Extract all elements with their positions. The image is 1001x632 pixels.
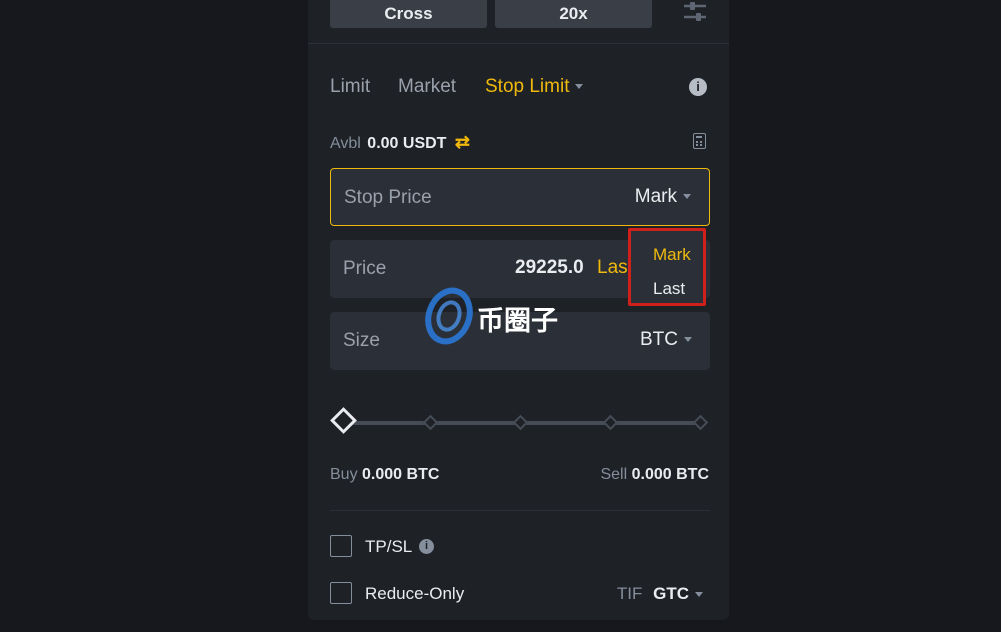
leverage-label: 20x: [559, 4, 588, 23]
transfer-icon[interactable]: ⇄: [455, 132, 470, 152]
available-value: 0.00 USDT: [367, 135, 447, 152]
tpsl-label: TP/SL: [365, 537, 413, 556]
tpsl-checkbox[interactable]: [330, 535, 352, 557]
info-icon[interactable]: i: [689, 78, 707, 96]
calculator-icon[interactable]: [693, 133, 706, 149]
price-label: Price: [343, 258, 387, 279]
tif-label: TIF: [616, 584, 643, 603]
available-balance: Avbl 0.00 USDT ⇄: [330, 132, 470, 153]
chevron-down-icon: [695, 592, 703, 598]
buy-label: Buy: [330, 466, 358, 483]
watermark-logo-icon: [425, 287, 473, 345]
bottom-divider: [330, 510, 710, 511]
available-label: Avbl: [330, 135, 361, 152]
watermark-text: 币圈子: [477, 306, 558, 337]
size-unit-select[interactable]: BTC: [640, 329, 692, 351]
sell-value: 0.000 BTC: [631, 466, 709, 483]
settings-sliders-icon[interactable]: [682, 0, 708, 24]
slider-step[interactable]: [602, 414, 619, 431]
price-value: 29225.0: [515, 257, 584, 278]
buy-amount: Buy 0.000 BTC: [330, 466, 439, 484]
info-icon[interactable]: i: [419, 539, 434, 554]
stop-price-input[interactable]: Stop Price Mark: [330, 168, 710, 226]
buy-value: 0.000 BTC: [362, 466, 440, 483]
dropdown-option-mark[interactable]: Mark: [653, 245, 691, 265]
tif-select[interactable]: TIF GTC: [617, 584, 703, 604]
slider-step[interactable]: [512, 414, 529, 431]
stop-price-type-select[interactable]: Mark: [635, 186, 691, 208]
slider-handle[interactable]: [330, 407, 357, 434]
size-label: Size: [343, 330, 380, 351]
tab-stop-limit[interactable]: Stop Limit: [485, 76, 584, 98]
top-divider: [308, 43, 729, 44]
margin-mode-button[interactable]: Cross: [330, 0, 487, 28]
dropdown-option-last[interactable]: Last: [653, 279, 685, 299]
price-type-dropdown: Mark Last: [628, 228, 706, 306]
chevron-down-icon: [684, 337, 692, 343]
stop-price-label: Stop Price: [344, 187, 432, 208]
size-unit-value: BTC: [640, 329, 678, 350]
tab-market[interactable]: Market: [398, 76, 456, 98]
margin-mode-label: Cross: [384, 4, 433, 23]
slider-step[interactable]: [692, 414, 709, 431]
leverage-button[interactable]: 20x: [495, 0, 652, 28]
tab-limit[interactable]: Limit: [330, 76, 370, 98]
reduce-only-checkbox[interactable]: [330, 582, 352, 604]
slider-step[interactable]: [422, 414, 439, 431]
chevron-down-icon: [575, 84, 584, 90]
reduce-only-label: Reduce-Only: [365, 584, 465, 603]
tab-stop-limit-label: Stop Limit: [485, 76, 570, 97]
sell-amount: Sell 0.000 BTC: [600, 466, 709, 484]
watermark-logo: 币圈子: [425, 286, 585, 346]
tif-value: GTC: [653, 584, 689, 603]
size-slider[interactable]: [330, 405, 709, 441]
chevron-down-icon: [683, 194, 691, 200]
sell-label: Sell: [600, 466, 628, 483]
stop-price-type-value: Mark: [634, 186, 677, 207]
